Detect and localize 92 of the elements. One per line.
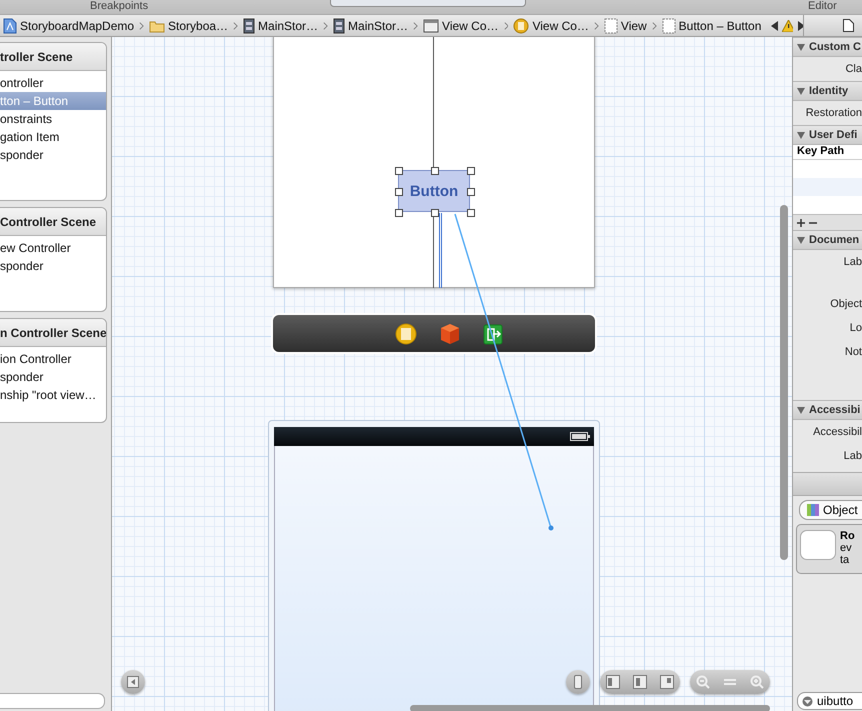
field-label: Cla <box>844 62 862 77</box>
scene-title[interactable]: Controller Scene <box>0 208 106 236</box>
resize-handle[interactable] <box>467 188 475 196</box>
cube-icon[interactable] <box>439 322 461 344</box>
breadcrumb-item[interactable]: Storyboa… <box>149 18 228 32</box>
align-icon[interactable] <box>632 675 647 689</box>
button[interactable]: Button <box>398 170 470 212</box>
disclosure-triangle-icon[interactable] <box>797 406 805 414</box>
view-icon <box>662 18 676 34</box>
resize-handle[interactable] <box>395 188 403 196</box>
disclosure-triangle-icon[interactable] <box>797 87 805 95</box>
resize-handle[interactable] <box>467 209 475 217</box>
breadcrumb-item[interactable]: MainStor… <box>333 18 408 34</box>
library-filter-field[interactable]: uibutto <box>797 692 862 710</box>
chevron-icon <box>413 20 418 30</box>
battery-icon <box>570 432 590 441</box>
library-item-description: ta <box>840 554 850 566</box>
disclosure-triangle-icon[interactable] <box>797 236 805 244</box>
outline-item[interactable]: onstraints <box>0 110 106 128</box>
phone-icon <box>574 675 582 689</box>
disclosure-triangle-icon[interactable] <box>797 131 805 139</box>
resize-handle[interactable] <box>431 209 439 217</box>
panel-icon <box>127 676 139 688</box>
chevron-icon <box>594 20 599 30</box>
document-icon <box>333 18 346 34</box>
chevron-icon <box>139 20 144 30</box>
window-icon <box>423 18 440 32</box>
forward-arrow-icon[interactable] <box>796 20 804 30</box>
breadcrumb-item[interactable]: View Co… <box>423 18 498 32</box>
document-icon[interactable] <box>843 19 854 32</box>
chevron-icon <box>504 20 508 30</box>
library-selector[interactable]: Object <box>799 500 862 520</box>
chevron-icon <box>652 20 657 30</box>
view-controller-icon[interactable] <box>395 322 417 344</box>
chevron-icon <box>323 20 328 30</box>
section-header[interactable]: User Defi <box>793 125 862 145</box>
breadcrumb-item[interactable]: StoryboardMapDemo <box>0 18 134 34</box>
vertical-scrollbar[interactable] <box>780 205 788 560</box>
resize-handle[interactable] <box>395 167 403 175</box>
resize-handle[interactable] <box>431 167 439 175</box>
outline-toggle-button[interactable] <box>121 670 145 694</box>
document-icon <box>243 18 256 34</box>
field-label: Lo <box>848 321 862 336</box>
outline-item[interactable]: ontroller <box>0 74 106 92</box>
outline-item[interactable]: ion Controller <box>0 350 106 368</box>
breakpoints-label[interactable]: Breakpoints <box>90 0 148 13</box>
library-item-description: ev <box>840 542 853 554</box>
rounded-rect-thumbnail <box>800 530 836 560</box>
app-document-icon <box>3 18 17 34</box>
back-arrow-icon[interactable] <box>771 20 778 30</box>
scene-title[interactable]: troller Scene <box>0 43 106 71</box>
warning-icon[interactable] <box>782 20 793 32</box>
horizontal-scrollbar[interactable] <box>410 705 770 711</box>
breadcrumb-item[interactable]: View Co… <box>513 18 589 34</box>
outline-item[interactable]: nship "root view… <box>0 386 106 404</box>
outline-item[interactable]: sponder <box>0 257 106 275</box>
view-icon <box>604 18 618 34</box>
align-icon[interactable] <box>606 675 620 689</box>
library-item-title: Ro <box>840 530 855 542</box>
outline-item[interactable]: sponder <box>0 146 106 164</box>
align-icon[interactable] <box>660 675 674 689</box>
section-header[interactable]: Identity <box>793 81 862 101</box>
exit-icon[interactable] <box>483 322 503 344</box>
section-header[interactable]: Accessibi <box>793 400 862 420</box>
field-label: Restoration <box>804 106 862 121</box>
resize-handle[interactable] <box>395 209 403 217</box>
table-column-header[interactable]: Key Path <box>793 145 862 160</box>
breadcrumb-item[interactable]: Button – Button <box>662 18 762 34</box>
filter-field[interactable] <box>0 693 105 709</box>
field-label: Object <box>829 297 862 312</box>
field-label: Not <box>844 345 862 360</box>
filter-icon <box>802 696 813 706</box>
outline-item[interactable]: ew Controller <box>0 239 106 257</box>
section-header[interactable]: Documen <box>793 230 862 250</box>
outline-item[interactable]: gation Item <box>0 128 106 146</box>
outline-item[interactable]: sponder <box>0 368 106 386</box>
attributes-table <box>793 160 862 214</box>
field-label: Lab <box>842 449 862 464</box>
chevron-icon <box>233 20 238 30</box>
scene-title[interactable]: n Controller Scene <box>0 319 106 347</box>
disclosure-triangle-icon[interactable] <box>797 43 805 51</box>
field-label: Lab <box>842 255 862 270</box>
editor-label[interactable]: Editor <box>808 0 837 13</box>
section-header[interactable]: Custom C <box>793 37 862 57</box>
library-item[interactable]: Ro ev ta <box>796 524 862 574</box>
folder-icon <box>149 18 166 32</box>
breadcrumb-item[interactable]: MainStor… <box>243 18 318 34</box>
field-label: Accessibil <box>812 425 862 440</box>
resize-handle[interactable] <box>467 167 475 175</box>
books-icon <box>806 503 820 517</box>
breadcrumb-item[interactable]: View <box>604 18 647 34</box>
add-icon[interactable] <box>797 218 805 226</box>
